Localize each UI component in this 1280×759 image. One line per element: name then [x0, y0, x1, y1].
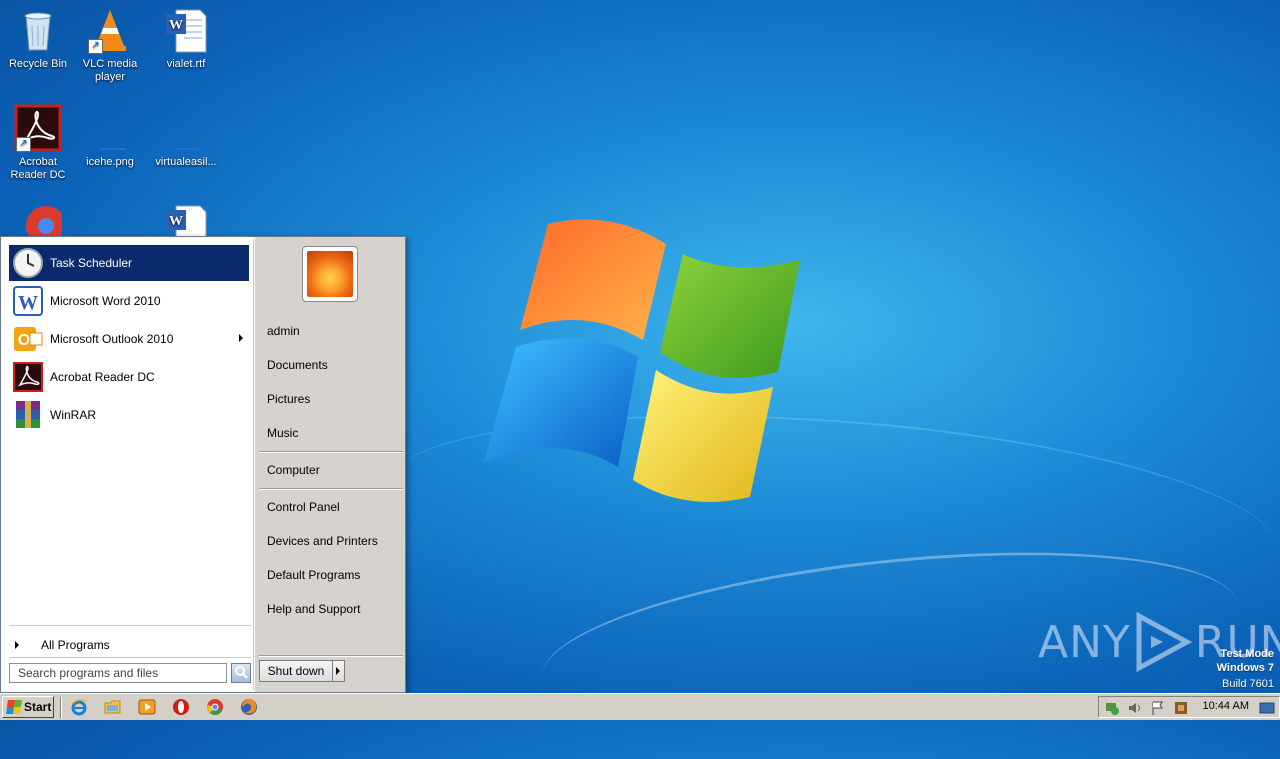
user-avatar[interactable]	[302, 246, 358, 302]
flower-picture-icon	[307, 251, 353, 297]
search-button[interactable]	[231, 663, 251, 683]
start-button[interactable]: Start	[2, 696, 54, 718]
program-winrar[interactable]: WinRAR	[9, 397, 249, 433]
desktop-icon-virtualeasil[interactable]: virtualeasil...	[148, 104, 224, 169]
program-label: Microsoft Outlook 2010	[50, 332, 174, 346]
all-programs-button[interactable]: All Programs	[11, 635, 251, 655]
opera-icon[interactable]	[172, 698, 190, 716]
show-desktop-icon[interactable]	[1259, 700, 1275, 716]
shortcut-arrow-icon: ↗	[16, 137, 31, 152]
svg-text:W: W	[18, 292, 38, 314]
desktop-icon-icehe[interactable]: icehe.png	[72, 104, 148, 169]
documents-link[interactable]: Documents	[267, 356, 328, 374]
start-label: Start	[24, 700, 52, 714]
clock[interactable]: 10:44 AM	[1203, 700, 1249, 712]
pictures-link[interactable]: Pictures	[267, 390, 310, 408]
control-panel-link[interactable]: Control Panel	[267, 498, 340, 516]
computer-link[interactable]: Computer	[267, 461, 320, 479]
desktop-icon-recycle-bin[interactable]: Recycle Bin	[0, 6, 76, 71]
outlook-icon: O	[12, 323, 44, 355]
chrome-icon[interactable]	[206, 698, 224, 716]
svg-text:W: W	[169, 18, 183, 33]
acrobat-icon	[12, 361, 44, 393]
shutdown-options-button[interactable]	[333, 660, 345, 682]
internet-explorer-icon[interactable]	[70, 698, 88, 716]
shutdown-label: Shut down	[267, 664, 325, 678]
clock-icon	[12, 247, 44, 279]
network-icon[interactable]	[1104, 700, 1120, 716]
program-label: Acrobat Reader DC	[50, 370, 155, 384]
svg-text:O: O	[18, 332, 30, 349]
word-icon: W	[12, 285, 44, 317]
all-programs-label: All Programs	[41, 638, 110, 652]
firefox-icon[interactable]	[240, 698, 258, 716]
default-programs-link[interactable]: Default Programs	[267, 566, 360, 584]
test-mode-text: Test Mode	[1220, 648, 1274, 660]
shortcut-arrow-icon: ↗	[88, 39, 103, 54]
start-menu-programs-pane: Task Scheduler W Microsoft Word 2010 O M…	[3, 239, 254, 690]
program-acrobat[interactable]: Acrobat Reader DC	[9, 359, 249, 395]
separator	[259, 488, 403, 490]
search-icon	[235, 666, 248, 679]
desktop-icon-label: Recycle Bin	[8, 58, 68, 70]
volume-icon[interactable]	[1127, 700, 1143, 716]
winrar-icon	[12, 399, 44, 431]
file-icon	[162, 104, 210, 152]
desktop-icon-label: Acrobat Reader DC	[10, 156, 66, 181]
desktop-icon-acrobat[interactable]: ↗ Acrobat Reader DC	[0, 104, 76, 182]
program-outlook[interactable]: O Microsoft Outlook 2010	[9, 321, 249, 357]
network-adapter-icon[interactable]	[1173, 700, 1189, 716]
program-word[interactable]: W Microsoft Word 2010	[9, 283, 249, 319]
devices-printers-link[interactable]: Devices and Printers	[267, 532, 378, 550]
build-text: Build 7601	[1222, 678, 1274, 690]
windows-logo	[484, 219, 800, 502]
vlc-icon: ↗	[86, 6, 134, 54]
search-input[interactable]: Search programs and files	[9, 663, 227, 683]
program-label: Task Scheduler	[50, 256, 133, 270]
desktop-icon-label: icehe.png	[86, 156, 134, 168]
user-folder-link[interactable]: admin	[267, 322, 300, 340]
program-label: WinRAR	[50, 408, 97, 422]
separator	[259, 655, 403, 657]
taskbar: Start 10:44 AM	[0, 693, 1280, 720]
image-file-icon	[86, 104, 134, 152]
recycle-bin-icon	[14, 6, 62, 54]
windows-flag-icon	[6, 700, 22, 714]
word-document-icon: W	[162, 6, 210, 54]
shutdown-button[interactable]: Shut down	[259, 660, 333, 682]
search-placeholder: Search programs and files	[18, 666, 159, 680]
separator	[259, 451, 403, 453]
program-label: Microsoft Word 2010	[50, 294, 161, 308]
explorer-folder-icon[interactable]	[104, 698, 122, 716]
separator	[9, 657, 251, 658]
taskbar-divider	[60, 697, 62, 718]
desktop-icon-label: VLC media player	[82, 58, 138, 83]
expand-arrow-icon	[15, 641, 19, 649]
flag-icon[interactable]	[1150, 700, 1166, 716]
desktop-icon-vlc[interactable]: ↗ VLC media player	[72, 6, 148, 84]
desktop-icon-vialet[interactable]: W vialet.rtf	[148, 6, 224, 71]
svg-text:W: W	[169, 214, 183, 229]
program-task-scheduler[interactable]: Task Scheduler	[9, 245, 249, 281]
play-logo-icon	[1136, 612, 1193, 672]
start-menu: Task Scheduler W Microsoft Word 2010 O M…	[0, 236, 406, 693]
separator	[9, 625, 251, 626]
music-link[interactable]: Music	[267, 424, 298, 442]
start-menu-places-pane: admin Documents Pictures Music Computer …	[255, 237, 405, 692]
help-support-link[interactable]: Help and Support	[267, 600, 360, 618]
media-player-icon[interactable]	[138, 698, 156, 716]
system-tray: 10:44 AM	[1098, 696, 1280, 718]
acrobat-icon: ↗	[14, 104, 62, 152]
desktop-icon-label: vialet.rtf	[166, 58, 206, 70]
submenu-arrow-icon	[239, 334, 243, 342]
desktop-icon-label: virtualeasil...	[155, 156, 217, 168]
windows-version-text: Windows 7	[1216, 662, 1274, 674]
